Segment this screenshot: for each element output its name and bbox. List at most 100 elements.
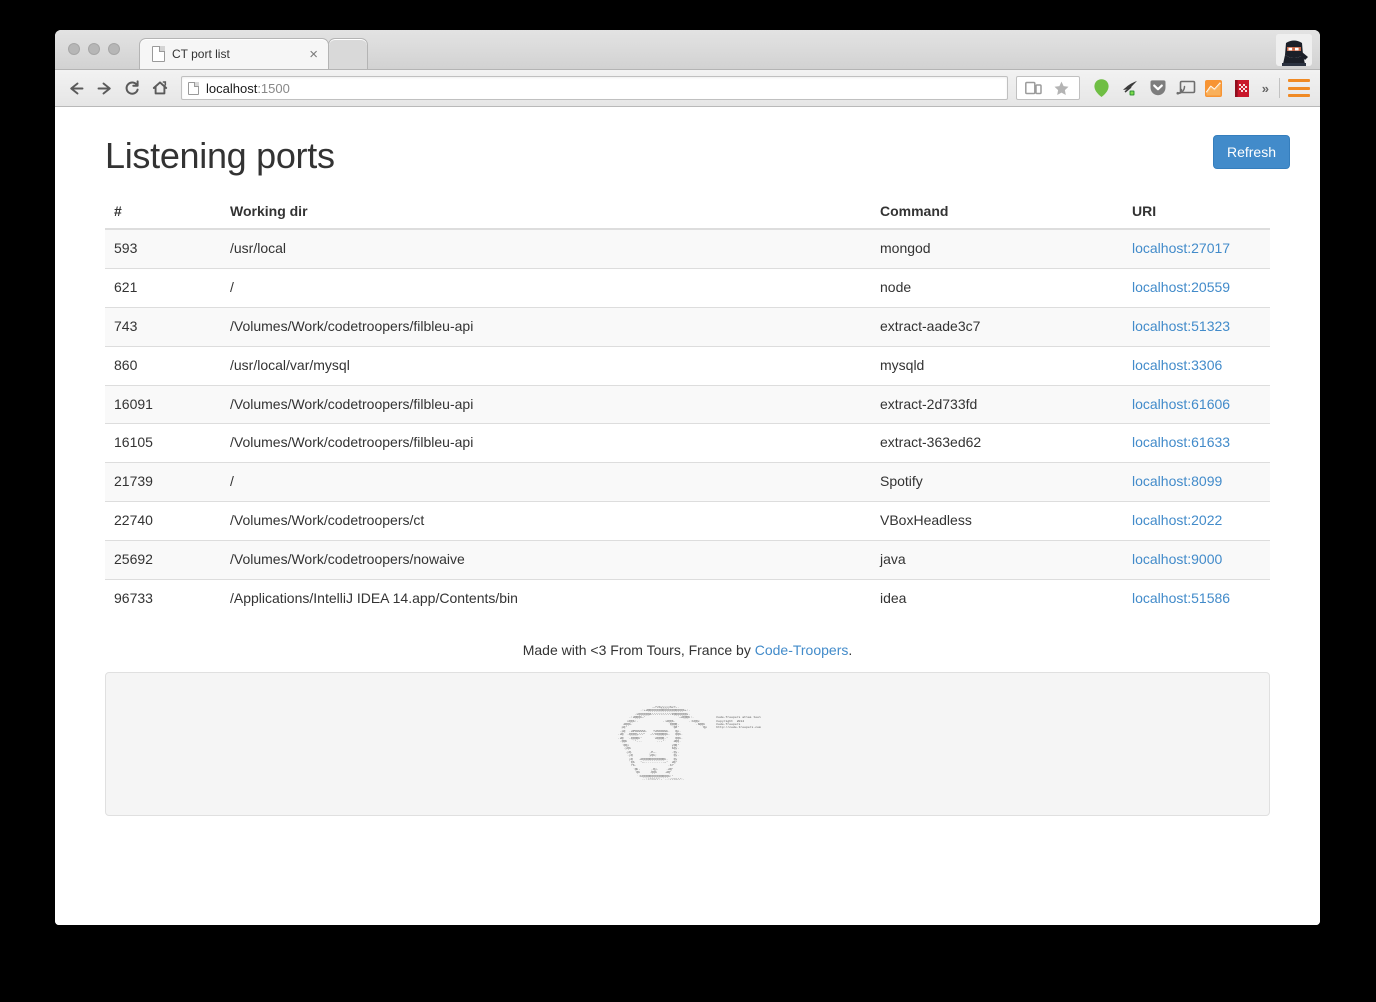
cell-uri: localhost:61633 bbox=[1123, 423, 1270, 463]
cell-number: 22740 bbox=[105, 501, 221, 541]
table-row: 96733/Applications/IntelliJ IDEA 14.app/… bbox=[105, 578, 1270, 618]
toolbar-divider bbox=[1279, 78, 1280, 98]
uri-link[interactable]: localhost:61633 bbox=[1132, 434, 1230, 450]
hamburger-line bbox=[1288, 86, 1310, 90]
toolbar-overflow-button[interactable]: » bbox=[1256, 81, 1275, 96]
ascii-art: .~?x%yyyyy%x?~. .:+dQQQQQQQQQQQQQQQQQQQb… bbox=[617, 704, 761, 782]
uri-link[interactable]: localhost:3306 bbox=[1132, 357, 1222, 373]
cell-number: 21739 bbox=[105, 462, 221, 502]
footer-credit-period: . bbox=[848, 641, 853, 658]
cell-working-dir: /Applications/IntelliJ IDEA 14.app/Conte… bbox=[221, 578, 871, 618]
address-port: :1500 bbox=[257, 80, 290, 96]
page-title: Listening ports bbox=[105, 135, 335, 176]
cell-uri: localhost:2022 bbox=[1123, 501, 1270, 541]
page-container: Listening ports Refresh # Working dir Co… bbox=[85, 108, 1290, 816]
cell-number: 593 bbox=[105, 228, 221, 269]
window-controls bbox=[68, 43, 120, 55]
analytics-icon[interactable] bbox=[1201, 75, 1227, 101]
uri-link[interactable]: localhost:51586 bbox=[1132, 590, 1230, 606]
cell-uri: localhost:9000 bbox=[1123, 540, 1270, 580]
cell-number: 860 bbox=[105, 345, 221, 385]
cell-command: node bbox=[871, 267, 1123, 308]
browser-toolbar: localhost:1500 » bbox=[55, 70, 1320, 107]
browser-window: CT port list × localhost:1500 » Listenin… bbox=[55, 30, 1320, 925]
cell-number: 16105 bbox=[105, 423, 221, 463]
bookmark-group bbox=[1015, 75, 1080, 101]
address-bar[interactable]: localhost:1500 bbox=[181, 76, 1008, 100]
refresh-button[interactable]: Refresh bbox=[1212, 135, 1290, 170]
page-header: Listening ports Refresh bbox=[105, 108, 1290, 194]
forward-button[interactable] bbox=[91, 75, 117, 101]
cell-uri: localhost:51323 bbox=[1123, 306, 1270, 347]
table-header: # Working dir Command URI bbox=[105, 194, 1270, 230]
column-header-command[interactable]: Command bbox=[871, 194, 1123, 230]
page-viewport: Listening ports Refresh # Working dir Co… bbox=[55, 108, 1320, 925]
column-header-number[interactable]: # bbox=[105, 194, 221, 230]
table-row: 593/usr/local mongod localhost:27017 bbox=[105, 228, 1270, 269]
pocket-icon[interactable] bbox=[1145, 75, 1171, 101]
tab-title: CT port list bbox=[172, 47, 230, 61]
device-toggle-icon[interactable] bbox=[1021, 75, 1047, 101]
address-host: localhost bbox=[206, 80, 258, 96]
page-icon bbox=[152, 46, 165, 62]
uri-link[interactable]: localhost:27017 bbox=[1132, 240, 1230, 256]
cell-number: 25692 bbox=[105, 540, 221, 580]
table-row: 16105/Volumes/Work/codetroopers/filbleu-… bbox=[105, 423, 1270, 463]
chrome-menu-button[interactable] bbox=[1288, 79, 1310, 97]
cell-command: mongod bbox=[871, 228, 1123, 269]
cell-uri: localhost:61606 bbox=[1123, 384, 1270, 424]
cell-command: idea bbox=[871, 578, 1123, 618]
ghostery-icon[interactable] bbox=[1117, 75, 1143, 101]
tab-ct-port-list[interactable]: CT port list × bbox=[139, 38, 329, 69]
ninja-avatar[interactable] bbox=[1276, 34, 1312, 66]
cell-working-dir: /Volumes/Work/codetroopers/nowaive bbox=[221, 540, 871, 580]
cell-command: Spotify bbox=[871, 462, 1123, 502]
cell-working-dir: /usr/local/var/mysql bbox=[221, 345, 871, 385]
cell-number: 96733 bbox=[105, 578, 221, 618]
uri-link[interactable]: localhost:8099 bbox=[1132, 473, 1222, 489]
new-tab-button[interactable] bbox=[328, 38, 368, 69]
bookmark-manager-icon[interactable] bbox=[1229, 75, 1255, 101]
uri-link[interactable]: localhost:9000 bbox=[1132, 551, 1222, 567]
column-header-uri[interactable]: URI bbox=[1123, 194, 1270, 230]
cell-command: java bbox=[871, 540, 1123, 580]
star-icon[interactable] bbox=[1049, 75, 1075, 101]
table-row: 621/node localhost:20559 bbox=[105, 267, 1270, 308]
uri-link[interactable]: localhost:2022 bbox=[1132, 512, 1222, 528]
hamburger-line bbox=[1288, 79, 1310, 82]
back-button[interactable] bbox=[63, 75, 89, 101]
cell-command: extract-363ed62 bbox=[871, 423, 1123, 463]
uri-link[interactable]: localhost:51323 bbox=[1132, 318, 1230, 334]
table-row: 743/Volumes/Work/codetroopers/filbleu-ap… bbox=[105, 306, 1270, 347]
cell-working-dir: /Volumes/Work/codetroopers/filbleu-api bbox=[221, 423, 871, 463]
cell-uri: localhost:3306 bbox=[1123, 345, 1270, 385]
column-header-working-dir[interactable]: Working dir bbox=[221, 194, 871, 230]
cell-working-dir: /usr/local bbox=[221, 228, 871, 269]
uri-link[interactable]: localhost:61606 bbox=[1132, 396, 1230, 412]
evernote-icon[interactable] bbox=[1089, 75, 1115, 101]
cell-command: VBoxHeadless bbox=[871, 501, 1123, 541]
hamburger-line bbox=[1288, 94, 1310, 97]
table-row: 25692/Volumes/Work/codetroopers/nowaive j… bbox=[105, 540, 1270, 580]
table-header-row: # Working dir Command URI bbox=[105, 194, 1270, 230]
close-window-button[interactable] bbox=[68, 43, 80, 55]
code-troopers-link[interactable]: Code-Troopers bbox=[755, 642, 849, 658]
maximize-window-button[interactable] bbox=[108, 43, 120, 55]
cell-working-dir: /Volumes/Work/codetroopers/ct bbox=[221, 501, 871, 541]
close-icon[interactable]: × bbox=[309, 46, 318, 63]
address-bar-url: localhost:1500 bbox=[206, 81, 290, 96]
minimize-window-button[interactable] bbox=[88, 43, 100, 55]
tab-strip: CT port list × bbox=[139, 38, 368, 69]
reload-button[interactable] bbox=[119, 75, 145, 101]
footer-credit-text: Made with <3 From Tours, France by bbox=[522, 641, 755, 658]
cell-command: mysqld bbox=[871, 345, 1123, 385]
table-row: 21739/Spotify localhost:8099 bbox=[105, 462, 1270, 502]
home-button[interactable] bbox=[147, 75, 173, 101]
uri-link[interactable]: localhost:20559 bbox=[1132, 279, 1230, 295]
cell-number: 621 bbox=[105, 267, 221, 308]
footer-credit: Made with <3 From Tours, France by Code-… bbox=[105, 642, 1270, 658]
chromecast-icon[interactable] bbox=[1173, 75, 1199, 101]
cell-working-dir: / bbox=[221, 462, 871, 502]
cell-working-dir: /Volumes/Work/codetroopers/filbleu-api bbox=[221, 384, 871, 424]
table-row: 22740/Volumes/Work/codetroopers/ct VBoxHe… bbox=[105, 501, 1270, 541]
